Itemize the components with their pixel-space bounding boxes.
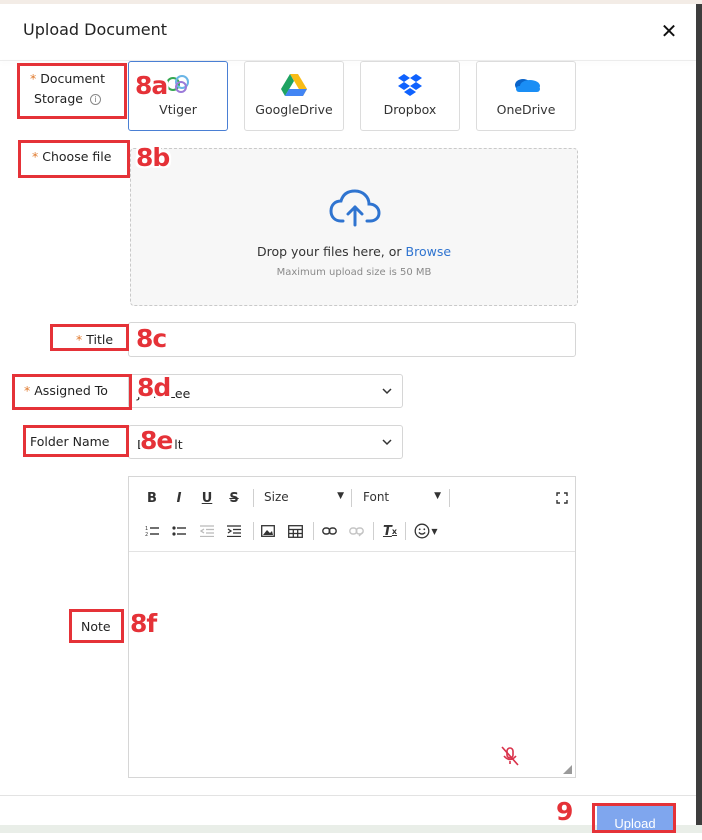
- table-icon[interactable]: [287, 521, 303, 541]
- toolbar-divider: [351, 489, 352, 507]
- annotation-box-8e: [23, 425, 129, 457]
- annotation-box-8d: [12, 374, 132, 410]
- annotation-label-9: 9: [556, 797, 573, 826]
- storage-option-onedrive[interactable]: OneDrive: [476, 61, 576, 131]
- dropbox-icon: [398, 74, 422, 96]
- google-drive-icon: [281, 74, 307, 96]
- svg-text:2: 2: [145, 532, 148, 537]
- annotation-box-8b: [18, 140, 130, 178]
- storage-option-label: OneDrive: [496, 102, 556, 117]
- editor-resize-handle[interactable]: [563, 765, 572, 774]
- toolbar-divider: [449, 489, 450, 507]
- annotation-box-8f: [69, 609, 124, 643]
- toolbar-divider: [253, 489, 254, 507]
- caret-down-icon: ▼: [337, 491, 344, 501]
- storage-option-dropbox[interactable]: Dropbox: [360, 61, 460, 131]
- editor-toolbar: B I U S Size ▼ Font ▼ 12 T x ▼: [129, 477, 575, 552]
- unlink-icon[interactable]: [348, 521, 364, 541]
- header-divider: [0, 60, 696, 61]
- annotation-box-8c: [50, 324, 129, 351]
- clear-formatting-icon[interactable]: Tx: [381, 521, 399, 541]
- toolbar-divider: [405, 522, 406, 540]
- underline-icon[interactable]: U: [199, 488, 215, 508]
- cloud-upload-icon: [329, 189, 381, 227]
- numbered-list-icon[interactable]: 12: [144, 521, 160, 541]
- italic-icon[interactable]: I: [171, 488, 187, 508]
- window-top-edge: [0, 0, 702, 4]
- bold-icon[interactable]: B: [144, 488, 160, 508]
- storage-option-label: GoogleDrive: [255, 102, 333, 117]
- storage-option-label: Vtiger: [159, 102, 197, 117]
- chevron-down-icon: [382, 388, 392, 395]
- chevron-down-icon: [382, 439, 392, 446]
- indent-icon[interactable]: [226, 521, 242, 541]
- onedrive-icon: [515, 79, 540, 92]
- link-icon[interactable]: [321, 521, 337, 541]
- caret-down-icon: ▼: [434, 491, 441, 501]
- close-icon[interactable]: ✕: [658, 20, 680, 42]
- scrollbar[interactable]: [696, 4, 702, 833]
- browse-link[interactable]: Browse: [406, 244, 452, 259]
- annotation-label-8c: 8c: [136, 324, 167, 353]
- toolbar-divider: [313, 522, 314, 540]
- annotation-box-9: [592, 803, 676, 833]
- toolbar-divider: [373, 522, 374, 540]
- mic-muted-icon[interactable]: [499, 745, 521, 767]
- annotation-label-8b: 8b: [136, 143, 170, 172]
- dialog-title: Upload Document: [23, 20, 168, 39]
- storage-option-label: Dropbox: [383, 102, 437, 117]
- annotation-label-8a: 8a: [135, 71, 168, 100]
- bulleted-list-icon[interactable]: [171, 521, 187, 541]
- annotation-label-8e: 8e: [140, 426, 173, 455]
- outdent-icon[interactable]: [199, 521, 215, 541]
- annotation-label-8d: 8d: [137, 373, 171, 402]
- note-editor[interactable]: B I U S Size ▼ Font ▼ 12 T x ▼: [128, 476, 576, 778]
- emoji-icon[interactable]: ▼: [413, 521, 439, 541]
- font-family-dropdown[interactable]: Font ▼: [363, 490, 441, 510]
- toolbar-divider: [253, 522, 254, 540]
- footer-divider: [0, 795, 696, 796]
- title-input[interactable]: [128, 322, 576, 357]
- maximize-icon[interactable]: [554, 488, 570, 508]
- storage-option-googledrive[interactable]: GoogleDrive: [244, 61, 344, 131]
- dropzone-text: Drop your files here, or Browse: [256, 244, 452, 259]
- font-size-dropdown[interactable]: Size ▼: [264, 490, 344, 510]
- image-icon[interactable]: [260, 521, 276, 541]
- upload-size-hint: Maximum upload size is 50 MB: [276, 267, 432, 278]
- file-dropzone[interactable]: Drop your files here, or Browse Maximum …: [130, 148, 578, 306]
- annotation-label-8f: 8f: [130, 609, 157, 638]
- strikethrough-icon[interactable]: S: [226, 488, 242, 508]
- annotation-box-8a: [17, 63, 127, 119]
